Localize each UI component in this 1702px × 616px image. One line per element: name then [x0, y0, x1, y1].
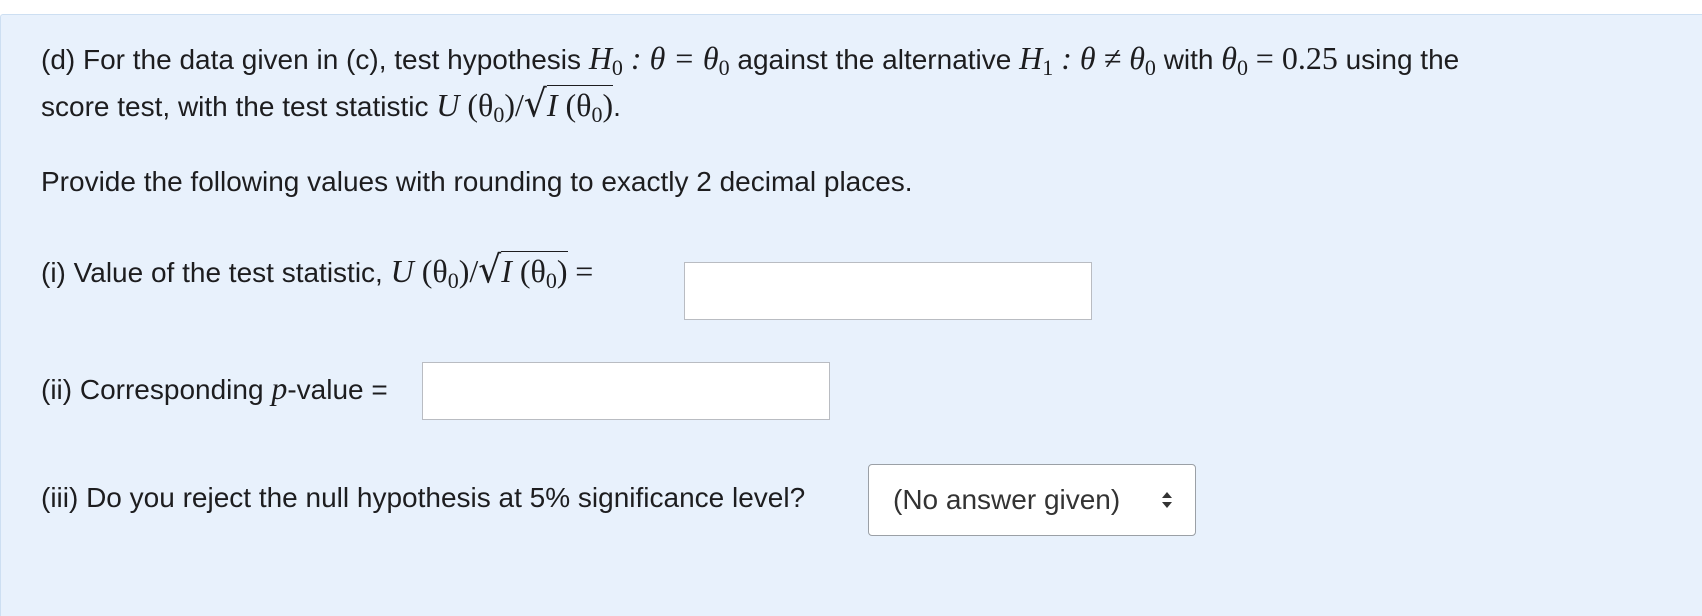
sqrt-symbol: √I (θ0): [523, 82, 614, 127]
theta0-value: = 0.25: [1255, 40, 1338, 76]
h1-theta-sub: 0: [1144, 55, 1156, 80]
item-i-stat-u: U: [390, 253, 414, 289]
stat-i-close: ): [602, 87, 614, 123]
sqrt-content: I (θ0): [546, 85, 614, 127]
item-i-i-close: ): [556, 253, 568, 289]
line2-end: .: [613, 91, 621, 122]
stat-theta-sub: 0: [493, 102, 505, 127]
h0-theta-sub: 0: [718, 55, 730, 80]
question-line-1: (d) For the data given in (c), test hypo…: [41, 40, 1460, 80]
h0-relation: : θ = θ: [622, 40, 719, 76]
stat-theta-open: (θ: [459, 87, 494, 123]
using-text: using the: [1345, 44, 1460, 75]
stat-close-slash: )/: [504, 87, 524, 123]
stat-i: I: [546, 87, 558, 123]
item-ii-p: p: [271, 370, 288, 406]
item-i-sqrt-content: I (θ0): [501, 251, 568, 293]
h1-relation: : θ ≠ θ: [1053, 40, 1145, 76]
reject-null-selected-value: (No answer given): [893, 484, 1121, 515]
item-iii-label: (iii) Do you reject the null hypothesis …: [41, 482, 806, 513]
item-i-theta-sub: 0: [447, 268, 459, 293]
item-i-sqrt: √I (θ0): [478, 248, 568, 293]
radical-icon: √: [523, 82, 547, 126]
theta0-sub: 0: [1236, 55, 1248, 80]
item-i-close-slash: )/: [458, 253, 479, 289]
stat-i-theta-open: (θ: [557, 87, 592, 123]
instruction-text: Provide the following values with roundi…: [41, 166, 913, 197]
item-i-i-theta-sub: 0: [545, 268, 557, 293]
p-value-input[interactable]: [422, 362, 830, 420]
test-statistic-input[interactable]: [684, 262, 1092, 320]
item-i-equals: =: [575, 253, 594, 289]
part-d-prefix: (d) For the data given in (c), test hypo…: [41, 44, 582, 75]
against-text: against the alternative: [737, 44, 1012, 75]
item-ii-suffix: -value =: [287, 374, 388, 405]
h1-sub: 1: [1042, 55, 1054, 80]
reject-null-select[interactable]: (No answer given): [868, 464, 1196, 536]
item-ii-prefix: (ii) Corresponding: [41, 374, 264, 405]
theta0-symbol: θ: [1221, 40, 1237, 76]
item-i-stat-i: I: [501, 253, 512, 289]
line2-text: score test, with the test statistic: [41, 91, 429, 122]
item-i-label: (i) Value of the test statistic,: [41, 257, 383, 288]
item-i-label-row: (i) Value of the test statistic, U (θ0)/…: [41, 248, 594, 293]
item-i-radical-icon: √: [478, 248, 502, 292]
with-text: with: [1163, 44, 1214, 75]
item-ii-label-row: (ii) Corresponding p-value =: [41, 371, 388, 407]
h0-symbol: H: [588, 40, 612, 76]
stat-i-theta-sub: 0: [591, 102, 603, 127]
updown-arrows-icon: [1162, 492, 1172, 508]
question-line-2: score test, with the test statistic U (θ…: [41, 82, 621, 127]
stat-u: U: [436, 87, 460, 123]
h1-symbol: H: [1019, 40, 1043, 76]
item-i-i-theta-open: (θ: [511, 253, 546, 289]
h0-sub: 0: [611, 55, 623, 80]
question-panel: (d) For the data given in (c), test hypo…: [0, 14, 1702, 616]
item-i-theta-open: (θ: [413, 253, 448, 289]
